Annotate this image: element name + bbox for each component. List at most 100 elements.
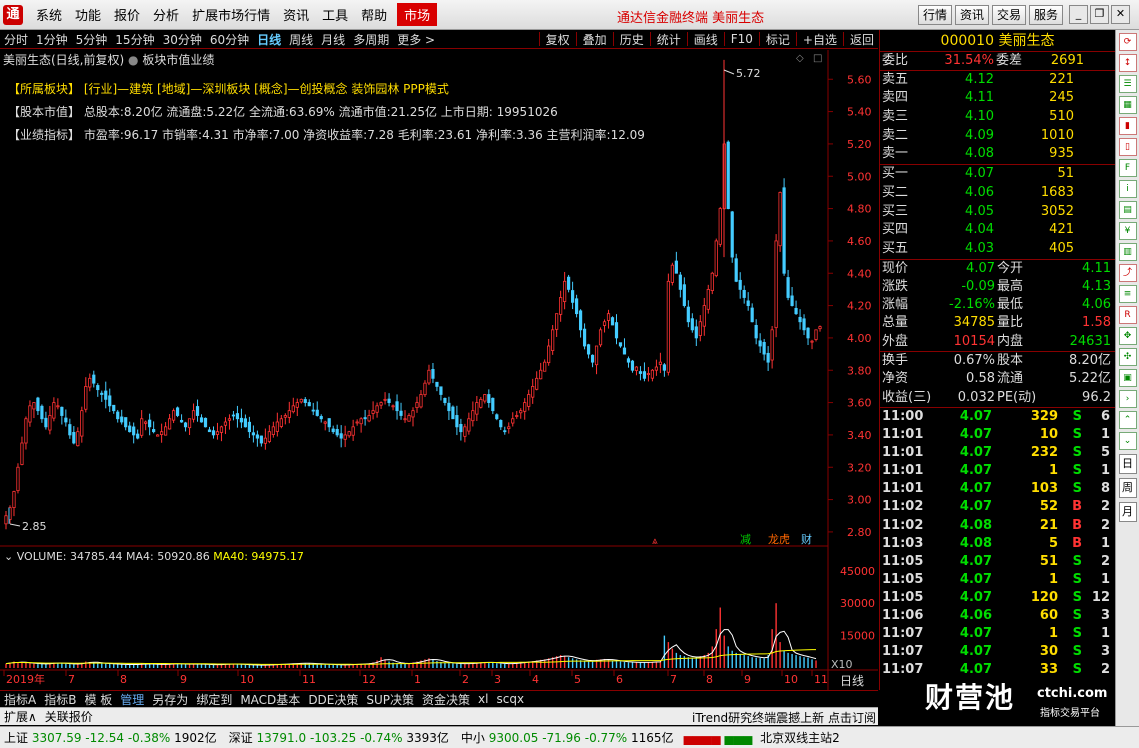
bb-macd[interactable]: MACD基本: [236, 691, 304, 708]
bb-dde[interactable]: DDE决策: [304, 691, 362, 708]
bb-scqx[interactable]: scqx: [492, 692, 528, 706]
book-row[interactable]: 卖二 4.09 1010: [880, 127, 1115, 146]
tb-add-watchlist[interactable]: +自选: [799, 31, 841, 48]
tb-mark[interactable]: 标记: [762, 31, 794, 48]
menu-market[interactable]: 市场: [397, 3, 438, 26]
tb-5min[interactable]: 5分钟: [72, 31, 112, 48]
bb-fund[interactable]: 资金决策: [418, 691, 474, 708]
menu-extended-market[interactable]: 扩展市场行情: [192, 5, 270, 24]
menu-system[interactable]: 系统: [36, 5, 62, 24]
date-tick-label: 10: [784, 673, 798, 686]
table-icon[interactable]: ▥: [1118, 243, 1137, 261]
bb-xl[interactable]: xl: [474, 692, 492, 706]
tb-weekly[interactable]: 周线: [285, 31, 317, 48]
tb-daily[interactable]: 日线: [253, 31, 285, 48]
rsi-icon[interactable]: R: [1118, 306, 1137, 324]
trend-icon[interactable]: ⤴: [1118, 264, 1137, 282]
book-row[interactable]: 买三 4.05 3052: [880, 203, 1115, 222]
marker-finance[interactable]: 财: [801, 532, 812, 546]
sme-index[interactable]: 中小 9300.05 -71.96 -0.77% 1165亿: [461, 729, 674, 746]
sort-icon[interactable]: ↕: [1118, 54, 1137, 72]
book-row[interactable]: 买一 4.07 51: [880, 165, 1115, 184]
tb-30min[interactable]: 30分钟: [159, 31, 206, 48]
kline-icon[interactable]: ▯: [1118, 138, 1137, 156]
toggle-icon[interactable]: ●: [128, 53, 138, 67]
close-icon[interactable]: ✕: [1111, 5, 1130, 24]
tb-more[interactable]: 更多 >: [393, 31, 439, 48]
ext-toggle[interactable]: 扩展∧: [0, 708, 41, 725]
candle-body: [483, 394, 487, 402]
bb-sup[interactable]: SUP决策: [362, 691, 418, 708]
tb-monthly[interactable]: 月线: [317, 31, 349, 48]
sh-index[interactable]: 上证 3307.59 -12.54 -0.38% 1902亿: [4, 729, 217, 746]
server-name[interactable]: 北京双线主站2: [760, 729, 840, 746]
tb-f10[interactable]: F10: [727, 32, 757, 46]
book-row[interactable]: 买二 4.06 1683: [880, 184, 1115, 203]
candle-icon[interactable]: ▮: [1118, 117, 1137, 135]
tb-intraday[interactable]: 分时: [0, 31, 32, 48]
menu-help[interactable]: 帮助: [361, 5, 387, 24]
bb-indicator-a[interactable]: 指标A: [0, 691, 40, 708]
tb-15min[interactable]: 15分钟: [111, 31, 158, 48]
bb-save-as[interactable]: 另存为: [148, 691, 192, 708]
info-icon[interactable]: i: [1118, 180, 1137, 198]
book-row[interactable]: 卖四 4.11 245: [880, 89, 1115, 108]
layout-icon[interactable]: ▣: [1118, 369, 1137, 387]
tick-list[interactable]: 11:00 4.07 329 S 6 11:01 4.07 10 S 1 11:01 4.07 232 S…: [880, 408, 1115, 679]
book-row[interactable]: 买五 4.03 405: [880, 240, 1115, 259]
tb-stats[interactable]: 统计: [653, 31, 685, 48]
period-day-btn[interactable]: 日: [1118, 454, 1137, 474]
tb-overlay[interactable]: 叠加: [579, 31, 611, 48]
bb-manage[interactable]: 管理: [116, 691, 148, 708]
money-icon[interactable]: ¥: [1118, 222, 1137, 240]
ext-related-quote[interactable]: 关联报价: [41, 708, 97, 725]
tb-draw[interactable]: 画线: [690, 31, 722, 48]
chart-subtitle[interactable]: 板块市值业绩: [142, 53, 214, 67]
zoom-icon[interactable]: ✥: [1118, 327, 1137, 345]
minimize-icon[interactable]: _: [1069, 5, 1088, 24]
tb-history[interactable]: 历史: [616, 31, 648, 48]
refresh-icon[interactable]: ⟳: [1118, 33, 1137, 51]
btn-news[interactable]: 资讯: [955, 5, 990, 25]
period-month-btn[interactable]: 月: [1118, 502, 1137, 522]
move-icon[interactable]: ✣: [1118, 348, 1137, 366]
restore-icon[interactable]: ❐: [1090, 5, 1109, 24]
book-row[interactable]: 买四 4.04 421: [880, 221, 1115, 240]
candle-body: [798, 316, 802, 323]
list-icon[interactable]: ☰: [1118, 75, 1137, 93]
sz-index[interactable]: 深证 13791.0 -103.25 -0.74% 3393亿: [229, 729, 449, 746]
down-icon[interactable]: ⌄: [1118, 432, 1137, 450]
btn-trade[interactable]: 交易: [992, 5, 1027, 25]
btn-service[interactable]: 服务: [1029, 5, 1064, 25]
tb-multi-period[interactable]: 多周期: [349, 31, 393, 48]
menu-news[interactable]: 资讯: [283, 5, 309, 24]
menu-analysis[interactable]: 分析: [153, 5, 179, 24]
bb-indicator-b[interactable]: 指标B: [40, 691, 80, 708]
menu-tools[interactable]: 工具: [322, 5, 348, 24]
period-week-btn[interactable]: 周: [1118, 478, 1137, 498]
bb-bind-to[interactable]: 绑定到: [192, 691, 236, 708]
window-icon[interactable]: □: [813, 53, 822, 64]
menu-function[interactable]: 功能: [75, 5, 101, 24]
bar-chart-icon[interactable]: ▤: [1118, 201, 1137, 219]
tb-1min[interactable]: 1分钟: [32, 31, 72, 48]
menu-quote[interactable]: 报价: [114, 5, 140, 24]
book-row[interactable]: 卖三 4.10 510: [880, 108, 1115, 127]
marker-reduce[interactable]: 减: [740, 533, 751, 546]
grid-icon[interactable]: ▦: [1118, 96, 1137, 114]
up-icon[interactable]: ⌃: [1118, 411, 1137, 429]
vol-icon[interactable]: ≡: [1118, 285, 1137, 303]
marker-dragon-tiger[interactable]: 龙虎: [768, 533, 790, 546]
tb-back[interactable]: 返回: [846, 31, 878, 48]
f10-icon[interactable]: F: [1118, 159, 1137, 177]
diamond-icon[interactable]: ◇: [796, 53, 804, 64]
tb-60min[interactable]: 60分钟: [206, 31, 253, 48]
btn-quotes[interactable]: 行情: [918, 5, 953, 25]
book-row[interactable]: 卖一 4.08 935: [880, 145, 1115, 164]
news-ticker[interactable]: iTrend研究终端震撼上新 点击订阅: [692, 709, 876, 726]
bb-template[interactable]: 模 板: [80, 691, 116, 708]
next-icon[interactable]: ›: [1118, 390, 1137, 408]
book-row[interactable]: 卖五 4.12 221: [880, 71, 1115, 90]
tb-adjust[interactable]: 复权: [542, 31, 574, 48]
info-sector[interactable]: 【所属板块】 [行业]—建筑 [地域]—深圳板块 [概念]—创投概念 装饰园林 …: [8, 78, 645, 101]
